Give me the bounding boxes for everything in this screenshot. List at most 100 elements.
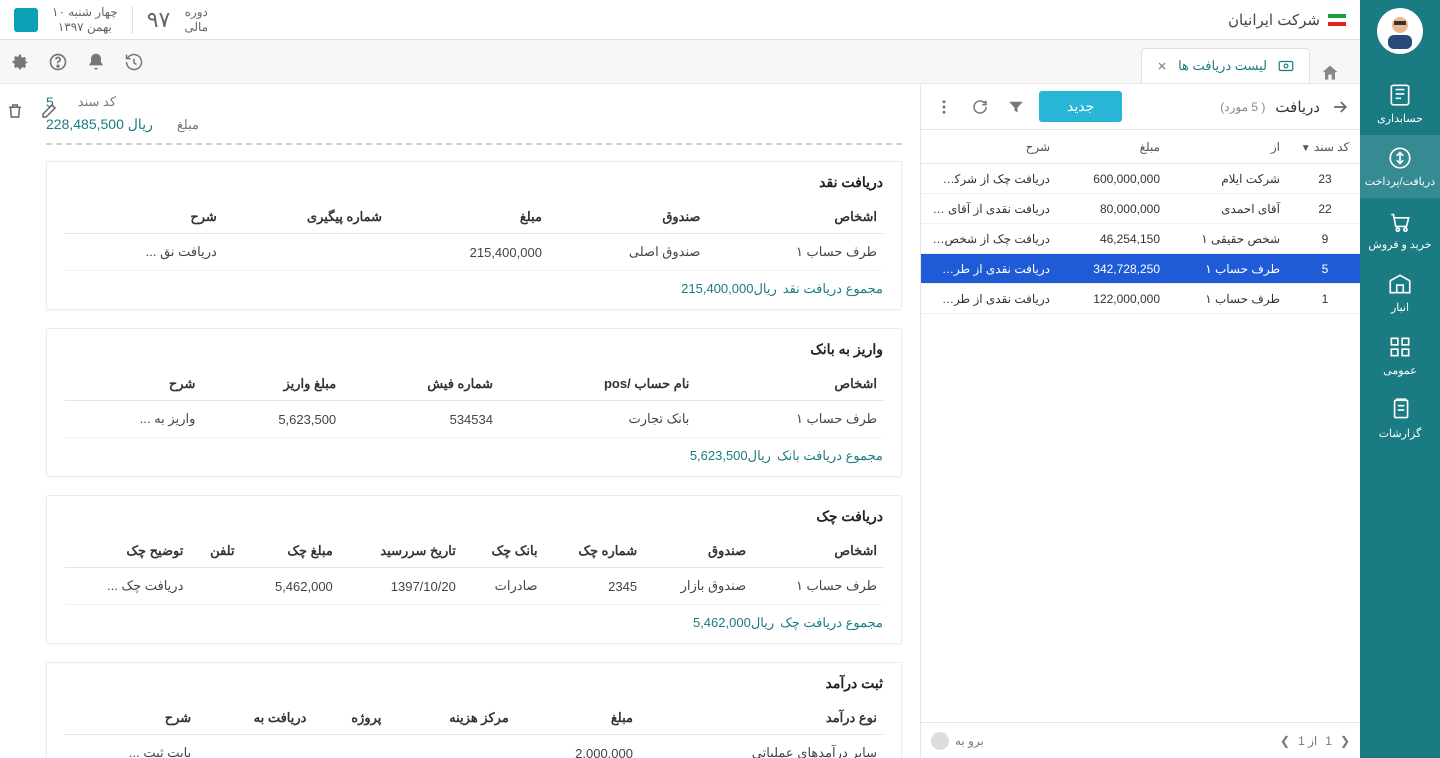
cheque-no: 2345 xyxy=(544,568,644,605)
home-tab[interactable] xyxy=(1310,63,1350,83)
sidebar-item-inventory[interactable]: انبار xyxy=(1360,261,1440,324)
avatar[interactable] xyxy=(1377,8,1423,54)
bank-total-label: مجموع دریافت بانک xyxy=(777,448,883,464)
table-row[interactable]: 23شرکت ایلام600,000,000دریافت چک از شرکت… xyxy=(921,164,1360,194)
table-row[interactable]: 5طرف حساب ۱342,728,250دریافت نقدی از طرف… xyxy=(921,254,1360,284)
cheque-desc: دریافت چک ... xyxy=(65,568,189,605)
bank-title: واریز به بانک xyxy=(65,341,883,358)
col-code[interactable]: کد سند xyxy=(1314,140,1349,154)
pager: ❮ 1 از 1 ❯ xyxy=(1280,734,1350,748)
list-pane: دریافت ( 5 مورد) جدید کد سند ▼ از مبلغ ش… xyxy=(920,84,1360,758)
table-row[interactable]: 22آقای احمدی80,000,000دریافت نقدی از آقا… xyxy=(921,194,1360,224)
new-button[interactable]: جدید xyxy=(1039,91,1122,122)
sidebar-label-payrec: دریافت/پرداخت xyxy=(1365,176,1435,188)
sidebar-item-accounting[interactable]: حسابداری xyxy=(1360,72,1440,135)
detail-pane: کد سند 5 مبلغ 228,485,500 ریال دریافت نق… xyxy=(0,84,920,758)
table-row[interactable]: 1طرف حساب ۱122,000,000دریافت نقدی از طرف… xyxy=(921,284,1360,314)
cash-row[interactable]: طرف حساب ۱ صندوق اصلی 215,400,000 دریافت… xyxy=(65,234,883,271)
app-logo-icon xyxy=(14,8,38,32)
list-title: دریافت xyxy=(1275,98,1320,116)
cash-col-fund: صندوق xyxy=(548,201,707,234)
cheque-total-label: مجموع دریافت چک xyxy=(780,615,883,631)
bank-col-slip: شماره فیش xyxy=(342,368,499,401)
cash-title: دریافت نقد xyxy=(65,174,883,191)
cheque-bank: صادرات xyxy=(462,568,544,605)
cheque-total-value: 5,462,000ریال xyxy=(693,615,774,631)
cheque-col-due: تاریخ سررسید xyxy=(339,535,462,568)
cheque-col-desc: توضیح چک xyxy=(65,535,189,568)
goto-block: برو به xyxy=(931,732,984,750)
doc-amount-value: 228,485,500 ریال xyxy=(46,116,153,133)
pager-prev-icon[interactable]: ❯ xyxy=(1280,734,1290,748)
bank-row[interactable]: طرف حساب ۱ بانک تجارت 534534 5,623,500 و… xyxy=(65,401,883,438)
gear-icon[interactable] xyxy=(10,52,30,72)
cash-col-desc: شرح xyxy=(65,201,223,234)
income-desc: بابت ثبت ... xyxy=(65,735,197,758)
cheque-row[interactable]: طرف حساب ۱ صندوق بازار 2345 صادرات 1397/… xyxy=(65,568,883,605)
income-row[interactable]: سایر درآمدهای عملیاتی 2,000,000 بابت ثبت… xyxy=(65,735,883,758)
income-col-desc: شرح xyxy=(65,702,197,735)
table-row[interactable]: 9شخص حقیقی ۱46,254,150دریافت چک از شخص ح… xyxy=(921,224,1360,254)
goto-input[interactable] xyxy=(931,732,949,750)
sidebar-item-reports[interactable]: گزارشات xyxy=(1360,387,1440,450)
col-from[interactable]: از xyxy=(1170,140,1290,154)
sidebar-item-payrec[interactable]: دریافت/پرداخت xyxy=(1360,135,1440,198)
cash-col-amount: مبلغ xyxy=(388,201,548,234)
tab-close-icon[interactable] xyxy=(1156,60,1168,72)
cash-total-label: مجموع دریافت نقد xyxy=(783,281,883,297)
period-sublabel: مالی xyxy=(184,20,208,34)
bank-person: طرف حساب ۱ xyxy=(695,401,883,438)
cheque-col-person: اشخاص xyxy=(752,535,883,568)
grid-header: کد سند ▼ از مبلغ شرح xyxy=(921,130,1360,164)
income-amount: 2,000,000 xyxy=(515,735,639,758)
pager-next-icon[interactable]: ❮ xyxy=(1340,734,1350,748)
bell-icon[interactable] xyxy=(86,52,106,72)
grid-body: 23شرکت ایلام600,000,000دریافت چک از شرکت… xyxy=(921,164,1360,722)
receipt-icon xyxy=(1277,57,1295,75)
period-label: دوره xyxy=(185,5,208,19)
trash-icon[interactable] xyxy=(6,102,24,120)
sidebar-item-general[interactable]: عمومی xyxy=(1360,324,1440,387)
refresh-icon[interactable] xyxy=(967,98,993,116)
income-to xyxy=(197,735,312,758)
sidebar-label-reports: گزارشات xyxy=(1379,428,1422,440)
bank-amount: 5,623,500 xyxy=(201,401,342,438)
tab-receipts[interactable]: لیست دریافت ها xyxy=(1141,48,1310,83)
edit-icon[interactable] xyxy=(40,102,58,120)
cheque-title: دریافت چک xyxy=(65,508,883,525)
help-icon[interactable] xyxy=(48,52,68,72)
filter-icon[interactable] xyxy=(1003,98,1029,116)
cheque-col-fund: صندوق xyxy=(643,535,752,568)
col-amount[interactable]: مبلغ xyxy=(1060,140,1170,154)
income-cost xyxy=(387,735,514,758)
cheque-card: دریافت چک اشخاص صندوق شماره چک بانک چک ت… xyxy=(46,495,902,644)
cash-amount: 215,400,000 xyxy=(388,234,548,271)
cheque-phone xyxy=(189,568,240,605)
period-block: دوره مالی xyxy=(184,5,208,34)
more-icon[interactable] xyxy=(931,98,957,116)
pager-of: از 1 xyxy=(1298,734,1317,748)
history-icon[interactable] xyxy=(124,52,144,72)
doc-code-label: کد سند xyxy=(78,94,116,110)
sidebar-label-general: عمومی xyxy=(1383,365,1417,377)
flag-icon xyxy=(1328,14,1346,26)
separator xyxy=(46,143,902,145)
period-value: ۹۷ xyxy=(147,7,171,33)
bank-col-acct: نام حساب /pos xyxy=(499,368,695,401)
col-desc[interactable]: شرح xyxy=(921,140,1060,154)
cheque-col-bank: بانک چک xyxy=(462,535,544,568)
goto-label: برو به xyxy=(955,734,984,748)
sidebar-label-buysell: خرید و فروش xyxy=(1368,239,1431,251)
income-project xyxy=(312,735,387,758)
list-count: ( 5 مورد) xyxy=(1220,100,1265,114)
bank-acct: بانک تجارت xyxy=(499,401,695,438)
income-col-amount: مبلغ xyxy=(515,702,639,735)
sidebar-item-buysell[interactable]: خرید و فروش xyxy=(1360,198,1440,261)
cheque-due: 1397/10/20 xyxy=(339,568,462,605)
back-arrow-icon[interactable] xyxy=(1330,97,1350,117)
cash-card: دریافت نقد اشخاص صندوق مبلغ شماره پیگیری… xyxy=(46,161,902,310)
income-col-cost: مرکز هزینه xyxy=(387,702,514,735)
sidebar-label-inventory: انبار xyxy=(1391,302,1409,314)
income-title: ثبت درآمد xyxy=(65,675,883,692)
cheque-col-no: شماره چک xyxy=(544,535,644,568)
